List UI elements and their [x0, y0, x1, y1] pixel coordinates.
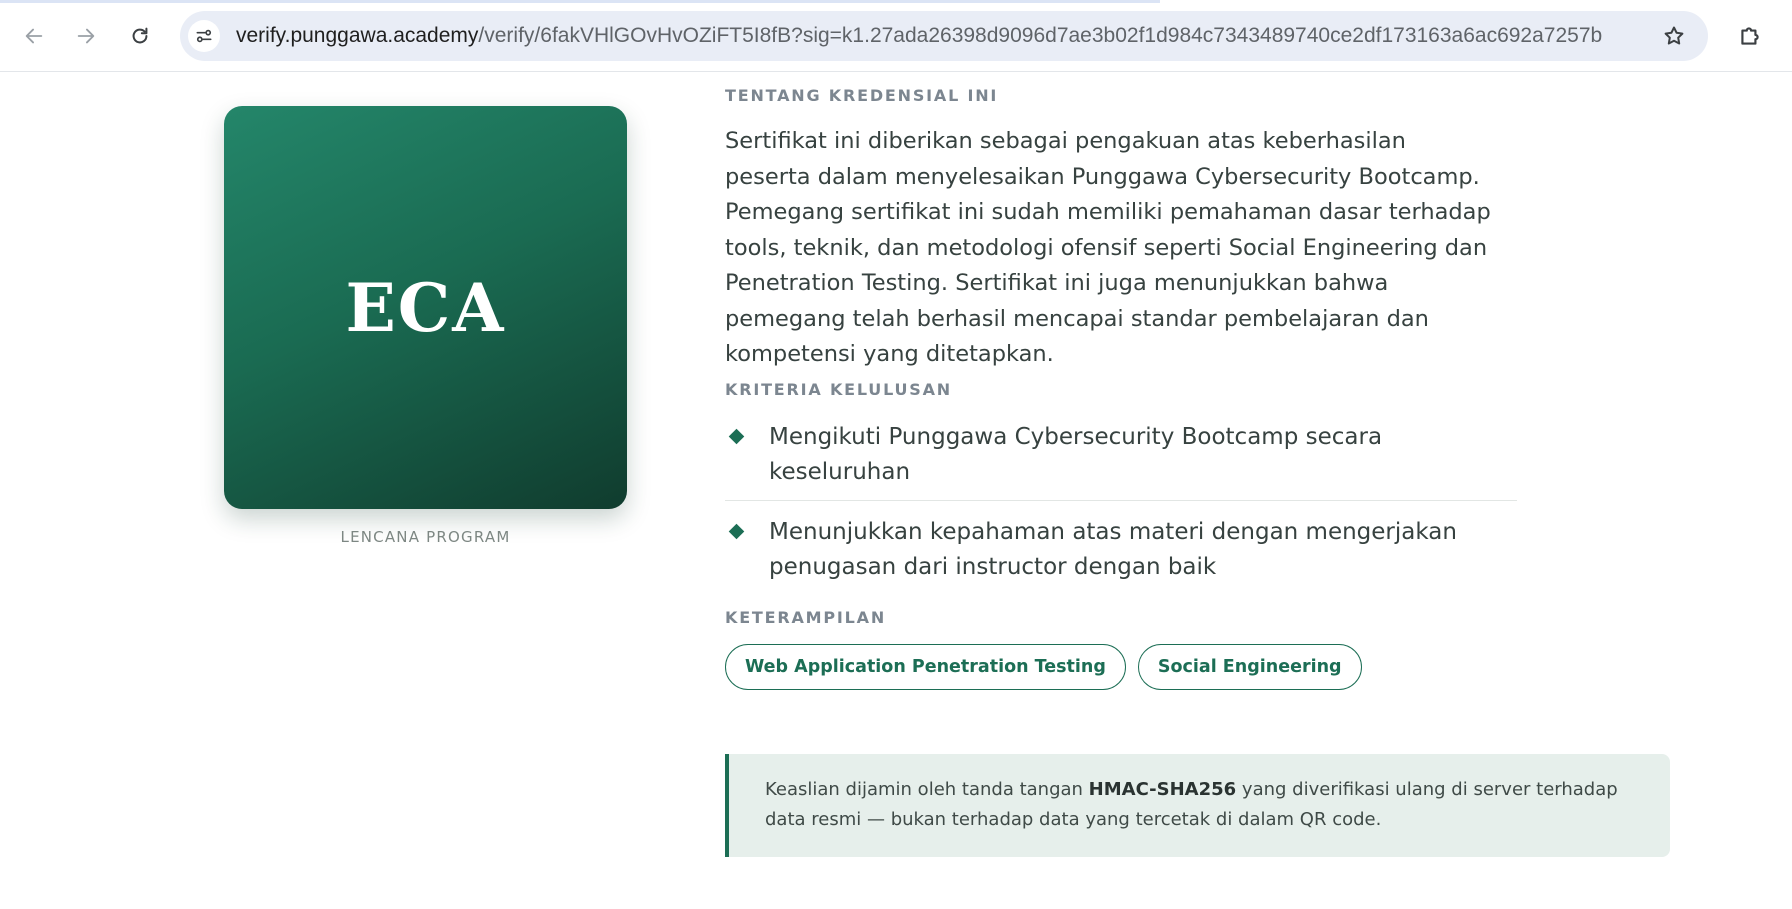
- arrow-left-icon: [25, 28, 43, 44]
- criteria-heading: KRITERIA KELULUSAN: [725, 380, 953, 399]
- reload-button[interactable]: [122, 18, 158, 54]
- skill-tag[interactable]: Web Application Penetration Testing: [725, 644, 1126, 690]
- notice-prefix: Keaslian dijamin oleh tanda tangan: [765, 779, 1089, 800]
- skills-list: Web Application Penetration Testing Soci…: [725, 644, 1362, 690]
- criteria-item-text: Mengikuti Punggawa Cybersecurity Bootcam…: [769, 424, 1383, 485]
- diamond-bullet-icon: [728, 523, 745, 540]
- browser-toolbar: verify.punggawa.academy/verify/6fakVHlGO…: [0, 0, 1792, 72]
- about-heading: TENTANG KREDENSIAL INI: [725, 86, 999, 105]
- loading-bar: [0, 0, 1160, 3]
- criteria-item: Menunjukkan kepahaman atas materi dengan…: [725, 500, 1517, 595]
- arrow-right-icon: [77, 28, 95, 44]
- site-info-button[interactable]: [188, 20, 220, 52]
- forward-button[interactable]: [68, 18, 104, 54]
- credential-page: ECA LENCANA PROGRAM TENTANG KREDENSIAL I…: [0, 72, 1792, 909]
- about-description: Sertifikat ini diberikan sebagai pengaku…: [725, 128, 1491, 367]
- url-path: /verify/6fakVHlGOvHvOZiFT5I8fB?sig=k1.27…: [478, 24, 1603, 47]
- puzzle-icon: [1741, 27, 1759, 45]
- diamond-bullet-icon: [728, 428, 745, 445]
- skill-tag[interactable]: Social Engineering: [1137, 644, 1362, 690]
- criteria-list: Mengikuti Punggawa Cybersecurity Bootcam…: [725, 410, 1517, 595]
- skills-heading: KETERAMPILAN: [725, 608, 887, 627]
- extensions-button[interactable]: [1732, 18, 1768, 54]
- criteria-item: Mengikuti Punggawa Cybersecurity Bootcam…: [725, 410, 1517, 500]
- bookmark-button[interactable]: [1660, 22, 1688, 50]
- url-host: verify.punggawa.academy: [236, 24, 479, 47]
- notice-emphasis: HMAC-SHA256: [1088, 779, 1237, 800]
- address-bar[interactable]: verify.punggawa.academy/verify/6fakVHlGO…: [180, 11, 1708, 61]
- criteria-item-text: Menunjukkan kepahaman atas materi dengan…: [769, 519, 1457, 580]
- program-badge: ECA: [224, 106, 627, 509]
- star-icon: [1664, 26, 1684, 45]
- badge-text: ECA: [345, 268, 506, 347]
- tune-icon: [196, 29, 212, 43]
- authenticity-notice: Keaslian dijamin oleh tanda tangan HMAC-…: [725, 754, 1670, 857]
- badge-caption: LENCANA PROGRAM: [340, 528, 511, 546]
- back-button[interactable]: [16, 18, 52, 54]
- url-text[interactable]: verify.punggawa.academy/verify/6fakVHlGO…: [236, 11, 1602, 61]
- reload-icon: [132, 27, 148, 44]
